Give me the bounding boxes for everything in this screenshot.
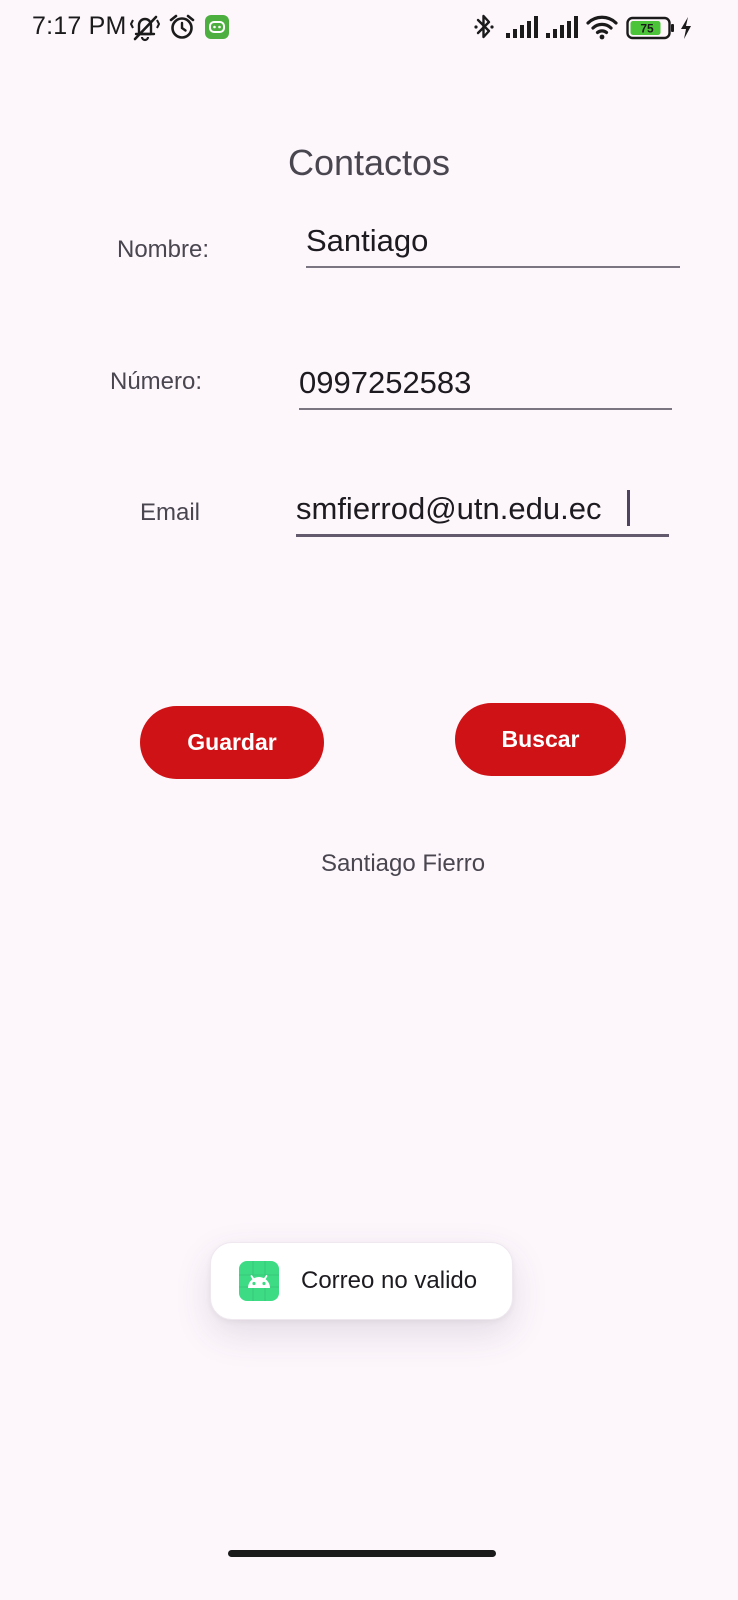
- android-icon: [239, 1261, 279, 1301]
- signal-icon: [546, 16, 578, 38]
- number-label: Número:: [110, 368, 203, 395]
- battery-level-text: 75: [640, 22, 654, 36]
- status-bar: 7:17 PM 75: [0, 0, 738, 56]
- signal-icon: [506, 16, 538, 38]
- save-button[interactable]: Guardar: [140, 706, 324, 779]
- toast-message: Correo no valido: [210, 1242, 513, 1320]
- name-label: Nombre:: [117, 236, 210, 263]
- email-input[interactable]: [296, 490, 669, 537]
- vibrate-off-icon: [130, 15, 160, 42]
- app-notification-icon: [205, 15, 229, 39]
- page-title: Contactos: [287, 142, 451, 183]
- home-indicator[interactable]: [228, 1550, 496, 1557]
- search-result-text: Santiago Fierro: [320, 850, 486, 877]
- battery-icon: 75: [626, 16, 674, 40]
- wifi-icon: [586, 15, 618, 40]
- name-input[interactable]: [306, 222, 680, 268]
- status-time: 7:17 PM: [32, 12, 127, 40]
- alarm-icon: [169, 14, 195, 39]
- bluetooth-icon: [474, 14, 494, 39]
- search-button[interactable]: Buscar: [455, 703, 626, 776]
- charging-icon: [681, 17, 691, 39]
- number-input[interactable]: [299, 364, 672, 410]
- text-cursor: [627, 490, 630, 526]
- toast-text: Correo no valido: [301, 1267, 478, 1294]
- email-label: Email: [140, 499, 201, 526]
